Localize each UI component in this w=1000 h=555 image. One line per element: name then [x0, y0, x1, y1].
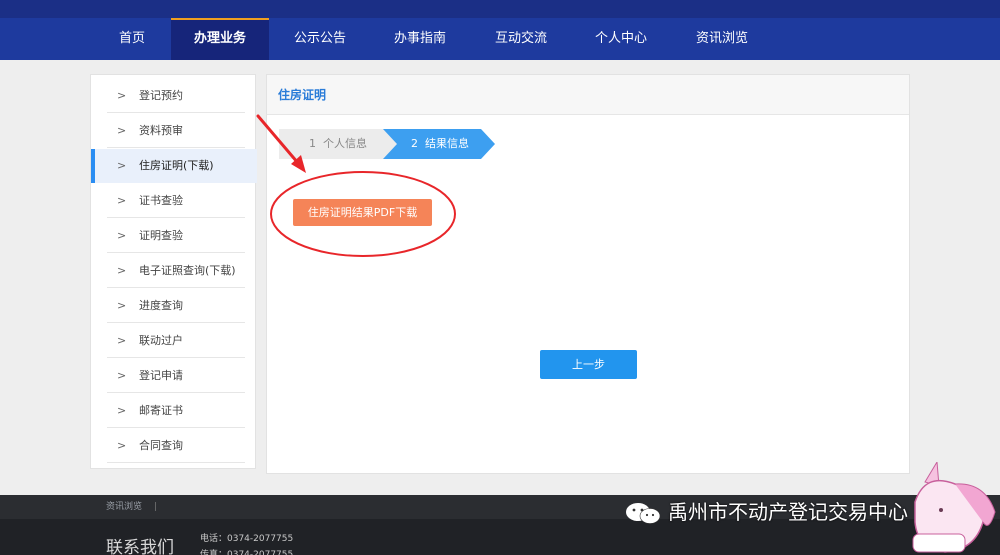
contact-title: 联系我们 [106, 538, 174, 555]
fax-number: 传真：0374-2077755 [200, 550, 294, 555]
step-result-info: 2 结果信息 [383, 129, 495, 159]
sidebar-item-housing-certificate[interactable]: > 住房证明(下载) [91, 149, 257, 183]
pdf-download-button[interactable]: 住房证明结果PDF下载 [293, 199, 432, 226]
main-nav: 首页 办理业务 公示公告 办事指南 互动交流 个人中心 资讯浏览 [0, 18, 1000, 60]
nav-item-business[interactable]: 办理业务 [171, 18, 269, 60]
chevron-right-icon: > [117, 439, 127, 452]
sidebar: > 登记预约 > 资料预审 > 住房证明(下载) > 证书查验 > 证明查验 >… [90, 74, 257, 469]
wechat-icon [626, 503, 661, 524]
chevron-right-icon: > [117, 299, 127, 312]
step-label: 个人信息 [323, 137, 367, 150]
sidebar-item-label: 住房证明(下载) [139, 159, 214, 172]
footer-link-news[interactable]: 资讯浏览 [106, 495, 142, 519]
sidebar-item-label: 电子证照查询(下载) [139, 264, 236, 277]
sidebar-item-linked-transfer[interactable]: > 联动过户 [91, 324, 257, 358]
previous-step-button[interactable]: 上一步 [540, 350, 637, 379]
sidebar-item-mail-certificate[interactable]: > 邮寄证书 [91, 394, 257, 428]
sidebar-item-progress-query[interactable]: > 进度查询 [91, 289, 257, 323]
footer-separator: | [154, 502, 158, 512]
main-panel: 住房证明 1 个人信息 2 结果信息 [266, 74, 910, 474]
chevron-right-icon: > [117, 334, 127, 347]
sidebar-item-label: 证明查验 [139, 229, 183, 242]
sidebar-item-contract-query[interactable]: > 合同查询 [91, 429, 257, 463]
divider [107, 287, 245, 288]
nav-item-guide[interactable]: 办事指南 [383, 18, 457, 60]
sidebar-item-document-pre-review[interactable]: > 资料预审 [91, 114, 257, 148]
divider [107, 112, 245, 113]
nav-item-personal-center[interactable]: 个人中心 [584, 18, 658, 60]
sidebar-item-label: 进度查询 [139, 299, 183, 312]
divider [107, 357, 245, 358]
sidebar-item-certificate-check[interactable]: > 证书查验 [91, 184, 257, 218]
sidebar-item-label: 证书查验 [139, 194, 183, 207]
chevron-right-icon: > [117, 264, 127, 277]
step-number: 1 [309, 137, 316, 150]
chevron-right-icon: > [117, 89, 127, 102]
step-personal-info: 1 个人信息 [279, 129, 399, 159]
sidebar-item-registration-booking[interactable]: > 登记预约 [91, 79, 257, 113]
chevron-right-icon: > [117, 124, 127, 137]
sidebar-item-label: 联动过户 [139, 334, 183, 347]
divider [107, 427, 245, 428]
chevron-right-icon: > [117, 369, 127, 382]
sidebar-item-label: 登记预约 [139, 89, 183, 102]
sidebar-item-e-license-query[interactable]: > 电子证照查询(下载) [91, 254, 257, 288]
active-indicator [91, 149, 95, 183]
sidebar-item-label: 登记申请 [139, 369, 183, 382]
step-number: 2 [411, 137, 418, 150]
phone-number: 电话：0374-2077755 [200, 534, 294, 544]
nav-item-news[interactable]: 资讯浏览 [684, 18, 760, 60]
chevron-right-icon: > [117, 159, 127, 172]
nav-item-interaction[interactable]: 互动交流 [484, 18, 558, 60]
page-title: 住房证明 [278, 88, 327, 102]
unicorn-sticker-icon [912, 462, 996, 553]
sidebar-item-label: 邮寄证书 [139, 404, 183, 417]
sidebar-item-label: 资料预审 [139, 124, 183, 137]
sidebar-item-registration-application[interactable]: > 登记申请 [91, 359, 257, 393]
chevron-right-icon: > [117, 404, 127, 417]
nav-item-announcements[interactable]: 公示公告 [283, 18, 357, 60]
chevron-right-icon: > [117, 229, 127, 242]
divider [107, 252, 245, 253]
sidebar-item-proof-check[interactable]: > 证明查验 [91, 219, 257, 253]
sidebar-item-label: 合同查询 [139, 439, 183, 452]
step-label: 结果信息 [425, 137, 469, 150]
watermark-text: 禹州市不动产登记交易中心 [668, 500, 908, 524]
chevron-right-icon: > [117, 194, 127, 207]
panel-header: 住房证明 [267, 75, 909, 115]
nav-item-home[interactable]: 首页 [101, 18, 163, 60]
divider [107, 322, 245, 323]
divider [107, 217, 245, 218]
divider [107, 462, 245, 463]
top-strip [0, 0, 1000, 18]
divider [107, 392, 245, 393]
divider [107, 147, 245, 148]
